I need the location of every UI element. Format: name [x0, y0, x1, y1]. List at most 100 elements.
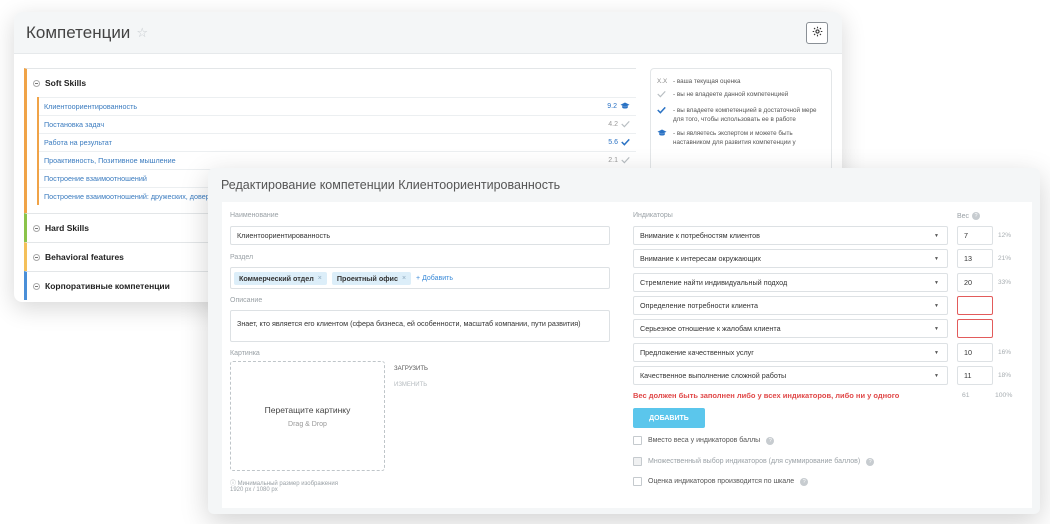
section-field[interactable]: Коммерческий отдел × Проектный офис × + …: [230, 267, 610, 289]
section-tag: Проектный офис ×: [331, 271, 412, 285]
indicator-name: Стремление найти индивидуальный подход: [640, 277, 788, 287]
description-field[interactable]: Знает, кто является его клиентом (сфера …: [230, 310, 610, 342]
total-percent: 100%: [995, 392, 1013, 399]
option-label: Множественный выбор индикаторов (для сум…: [648, 458, 861, 465]
remove-tag-icon[interactable]: ×: [318, 275, 322, 282]
help-icon[interactable]: ?: [866, 457, 875, 466]
score-value: 5.6: [608, 139, 618, 146]
check-icon: [621, 138, 630, 148]
group-name: Behavioral features: [45, 252, 124, 262]
legend-text: - вы не владеете данной компетенцией: [673, 91, 789, 99]
help-icon[interactable]: ?: [972, 212, 981, 220]
competency-name: Клиентоориентированность: [44, 102, 138, 111]
collapse-icon[interactable]: [33, 79, 40, 87]
add-section-link[interactable]: + Добавить: [416, 275, 453, 282]
indicator-select[interactable]: Внимание к потребностям клиентов ▼: [633, 226, 948, 245]
group-header[interactable]: Soft Skills: [27, 69, 636, 97]
competency-name: Постановка задач: [44, 120, 105, 129]
competency-name: Построение взаимоотношений: [44, 174, 147, 183]
help-icon[interactable]: ?: [800, 477, 809, 486]
weight-percent: 18%: [998, 371, 1012, 379]
score-legend: X.X - ваша текущая оценка - вы не владее…: [650, 68, 832, 178]
list-item[interactable]: Постановка задач 4.2: [39, 115, 636, 133]
graduation-cap-icon: [657, 129, 667, 148]
caret-down-icon: ▼: [934, 279, 939, 286]
caret-down-icon: ▼: [934, 256, 939, 263]
expand-icon[interactable]: [33, 224, 40, 232]
option-row[interactable]: Вместо веса у индикаторов баллы ?: [633, 436, 775, 445]
caret-down-icon: ▼: [934, 302, 939, 309]
indicator-select[interactable]: Качественное выполнение сложной работы ▼: [633, 365, 948, 385]
multiple-choice-checkbox: [633, 457, 642, 466]
settings-button[interactable]: [806, 22, 828, 44]
dialog-title: Редактирование компетенции Клиентоориент…: [221, 178, 561, 192]
list-item[interactable]: Проактивность, Позитивное мышление 2.1: [39, 151, 636, 169]
image-dropzone[interactable]: Перетащите картинку Drag & Drop: [230, 361, 385, 471]
check-icon: [621, 120, 630, 130]
remove-tag-icon[interactable]: ×: [402, 275, 406, 282]
weight-input[interactable]: 7: [957, 226, 993, 245]
score: 9.2: [607, 102, 630, 112]
indicator-name: Внимание к интересам окружающих: [640, 254, 762, 264]
weight-input[interactable]: [957, 295, 993, 315]
indicators-label: Индикаторы: [633, 212, 673, 219]
upload-button[interactable]: ЗАГРУЗИТЬ: [394, 366, 428, 372]
weight-percent: 16%: [998, 348, 1012, 356]
weight-percent: 21%: [998, 255, 1012, 263]
legend-score-mark: X.X: [657, 78, 668, 85]
image-label: Картинка: [230, 350, 260, 357]
score-value: 4.2: [608, 121, 618, 128]
add-indicator-button[interactable]: ДОБАВИТЬ: [633, 408, 705, 428]
section-tag: Коммерческий отдел ×: [234, 271, 327, 285]
legend-item: - вы являетесь экспертом и можете быть н…: [657, 129, 825, 148]
group-name: Корпоративные компетенции: [45, 281, 170, 291]
score: 2.1: [608, 156, 630, 166]
weight-error-message: Вес должен быть заполнен либо у всех инд…: [633, 391, 900, 400]
competency-name: Работа на результат: [44, 138, 112, 147]
weight-input[interactable]: [957, 319, 993, 339]
weight-input[interactable]: 11: [957, 365, 993, 385]
caret-down-icon: ▼: [934, 349, 939, 356]
weight-input[interactable]: 13: [957, 249, 993, 269]
dialog-body: Наименование Клиентоориентированность Ра…: [222, 202, 1032, 508]
indicator-name: Определение потребности клиента: [640, 300, 758, 310]
list-item[interactable]: Работа на результат 5.6: [39, 133, 636, 151]
section-label: Раздел: [230, 254, 254, 261]
min-size-note: ⓘ Минимальный размер изображения: [230, 481, 338, 487]
indicator-select[interactable]: Внимание к интересам окружающих ▼: [633, 249, 948, 269]
score: 4.2: [608, 120, 630, 130]
scale-checkbox[interactable]: [633, 477, 642, 486]
name-label: Наименование: [230, 212, 279, 219]
score-value: 9.2: [607, 103, 617, 110]
competency-name: Проактивность, Позитивное мышление: [44, 156, 176, 165]
group-name: Soft Skills: [45, 78, 87, 88]
graduation-cap-icon: [620, 102, 630, 112]
weight-input[interactable]: 20: [957, 272, 993, 292]
weight-percent: 12%: [998, 232, 1012, 239]
weight-input[interactable]: 10: [957, 342, 993, 362]
competency-name: Построение взаимоотношений: дружеских, д…: [44, 192, 214, 201]
indicator-select[interactable]: Определение потребности клиента ▼: [633, 295, 948, 315]
indicator-select[interactable]: Предложение качественных услуг ▼: [633, 342, 948, 362]
name-field[interactable]: Клиентоориентированность: [230, 226, 610, 245]
change-button[interactable]: ИЗМЕНИТЬ: [394, 382, 427, 388]
legend-text: - вы являетесь экспертом и можете быть н…: [673, 129, 796, 147]
indicator-select[interactable]: Серьезное отношение к жалобам клиента ▼: [633, 319, 948, 339]
points-checkbox[interactable]: [633, 436, 642, 445]
option-row: Множественный выбор индикаторов (для сум…: [633, 457, 875, 466]
legend-item: X.X - ваша текущая оценка: [657, 77, 825, 86]
help-icon[interactable]: ?: [766, 436, 775, 445]
expand-icon[interactable]: [33, 253, 40, 261]
total-weight: 61: [962, 392, 970, 399]
weight-percent: 33%: [998, 278, 1012, 286]
indicator-name: Предложение качественных услуг: [640, 347, 754, 357]
star-icon[interactable]: ☆: [136, 25, 148, 41]
indicator-select[interactable]: Стремление найти индивидуальный подход ▼: [633, 272, 948, 292]
edit-competency-dialog: Редактирование компетенции Клиентоориент…: [208, 168, 1040, 514]
indicator-name: Качественное выполнение сложной работы: [640, 370, 787, 380]
window-header: Компетенции ☆: [14, 12, 842, 54]
expand-icon[interactable]: [33, 282, 40, 290]
option-row[interactable]: Оценка индикаторов производится по шкале…: [633, 477, 809, 486]
list-item[interactable]: Клиентоориентированность 9.2: [39, 97, 636, 115]
legend-text: - вы владеете компетенцией в достаточной…: [673, 106, 817, 124]
